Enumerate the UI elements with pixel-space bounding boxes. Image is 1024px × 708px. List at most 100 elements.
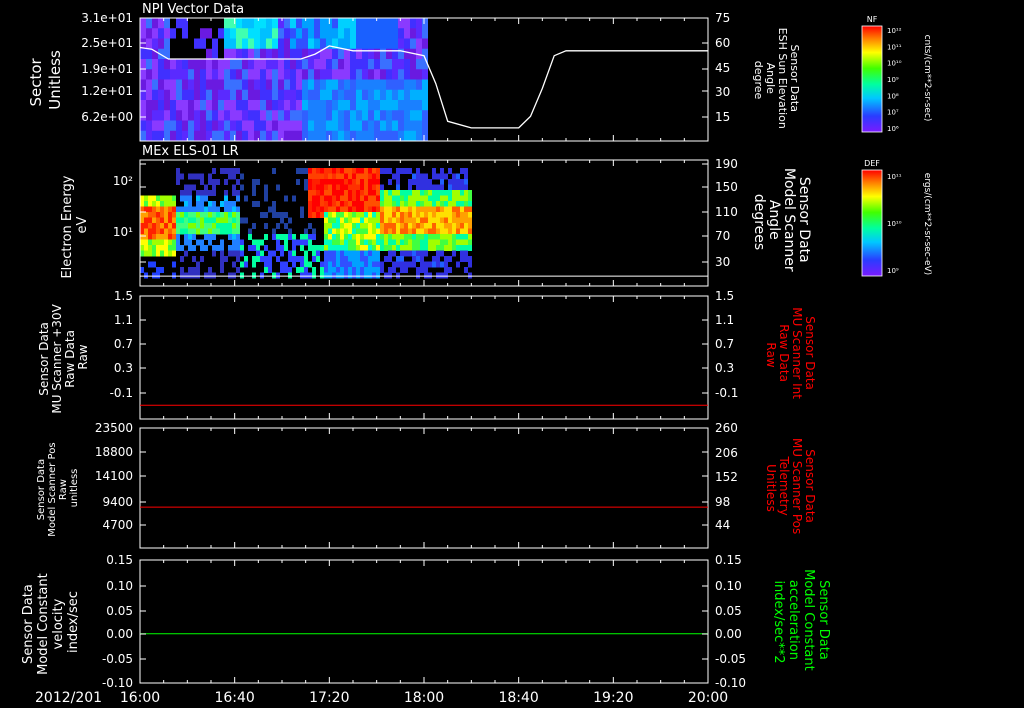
- heatmap-cell: [218, 79, 224, 91]
- heatmap-cell: [252, 239, 256, 246]
- heatmap-cell: [360, 212, 364, 218]
- heatmap-cell: [232, 239, 236, 246]
- heatmap-cell: [172, 261, 176, 268]
- heatmap-cell: [460, 212, 464, 218]
- heatmap-cell: [216, 179, 220, 185]
- heatmap-cell: [188, 223, 192, 229]
- heatmap-cell: [176, 245, 180, 251]
- heatmap-cell: [312, 201, 316, 207]
- heatmap-cell: [230, 38, 236, 50]
- heatmap-cell: [374, 100, 380, 111]
- heatmap-cell: [456, 206, 460, 213]
- heatmap-cell: [242, 79, 248, 91]
- heatmap-cell: [362, 100, 368, 111]
- heatmap-cell: [356, 130, 362, 142]
- heatmap-cell: [296, 48, 302, 60]
- heatmap-cell: [212, 100, 218, 111]
- heatmap-cell: [188, 212, 192, 218]
- heatmap-cell: [184, 206, 188, 213]
- heatmap-cell: [156, 272, 160, 279]
- heatmap-cell: [328, 184, 332, 191]
- heatmap-cell: [184, 234, 188, 240]
- heatmap-cell: [420, 234, 424, 240]
- heatmap-cell: [328, 217, 332, 224]
- heatmap-cell: [296, 28, 302, 39]
- heatmap-cell: [296, 59, 302, 70]
- heatmap-cell: [324, 239, 328, 246]
- heatmap-cell: [236, 130, 242, 142]
- heatmap-cell: [338, 120, 344, 132]
- heatmap-cell: [308, 100, 314, 111]
- heatmap-cell: [380, 79, 386, 91]
- heatmap-cell: [416, 120, 422, 132]
- heatmap-cell: [164, 89, 170, 101]
- heatmap-cell: [404, 206, 408, 213]
- heatmap-cell: [344, 228, 348, 235]
- left-tick-labels: 23500188001410094004700: [95, 421, 133, 532]
- heatmap-cell: [332, 69, 338, 80]
- heatmap-cell: [448, 201, 452, 207]
- heatmap-cell: [424, 234, 428, 240]
- heatmap-cell: [320, 120, 326, 132]
- heatmap-cell: [314, 130, 320, 142]
- heatmap-cell: [360, 245, 364, 251]
- heatmap-cell: [304, 234, 308, 240]
- heatmap-cell: [388, 212, 392, 218]
- heatmap-cell: [152, 59, 158, 70]
- heatmap-cell: [264, 267, 268, 273]
- heatmap-cell: [164, 28, 170, 39]
- heatmap-cell: [440, 168, 444, 174]
- heatmap-cell: [184, 228, 188, 235]
- heatmap-cell: [256, 245, 260, 251]
- left-tick-label: 0.10: [106, 579, 133, 593]
- heatmap-cell: [312, 206, 316, 213]
- heatmap-cell: [352, 179, 356, 185]
- heatmap-cell: [340, 212, 344, 218]
- heatmap-cell: [164, 206, 168, 213]
- heatmap-cell: [440, 217, 444, 224]
- heatmap-cell: [152, 272, 156, 279]
- heatmap-cell: [232, 217, 236, 224]
- heatmap-cell: [156, 201, 160, 207]
- heatmap-cell: [440, 173, 444, 180]
- heatmap-cell: [348, 195, 352, 202]
- heatmap-cell: [206, 28, 212, 39]
- heatmap-cell: [230, 100, 236, 111]
- heatmap-cell: [332, 212, 336, 218]
- heatmap-cell: [180, 272, 184, 279]
- heatmap-cell: [364, 267, 368, 273]
- heatmap-cell: [236, 206, 240, 213]
- heatmap-cell: [420, 201, 424, 207]
- heatmap-cell: [182, 28, 188, 39]
- heatmap-cell: [336, 261, 340, 268]
- right-tick-label: 1.1: [715, 313, 734, 327]
- heatmap-cell: [350, 28, 356, 39]
- heatmap-cell: [340, 195, 344, 202]
- right-tick-label: 152: [715, 470, 738, 484]
- heatmap-cell: [324, 206, 328, 213]
- panel-title: MEx ELS-01 LR: [142, 144, 239, 159]
- heatmap-cell: [424, 217, 428, 224]
- heatmap-cell: [308, 79, 314, 91]
- heatmap-cell: [424, 206, 428, 213]
- heatmap-cell: [376, 168, 380, 174]
- heatmap-cell: [170, 28, 176, 39]
- heatmap-cell: [404, 48, 410, 60]
- heatmap-cell: [328, 223, 332, 229]
- heatmap-cell: [326, 79, 332, 91]
- heatmap-cell: [352, 267, 356, 273]
- heatmap-cell: [140, 130, 146, 142]
- heatmap-cell: [408, 228, 412, 235]
- heatmap-cell: [230, 59, 236, 70]
- heatmap-cell: [348, 223, 352, 229]
- heatmap-cell: [416, 110, 422, 121]
- heatmap-cell: [260, 79, 266, 91]
- heatmap-cell: [236, 195, 240, 202]
- heatmap-cell: [320, 100, 326, 111]
- heatmap-cell: [242, 38, 248, 50]
- heatmap-cell: [372, 223, 376, 229]
- heatmap-cell: [422, 120, 428, 132]
- heatmap-cell: [456, 212, 460, 218]
- heatmap-cell: [176, 18, 182, 29]
- heatmap-cell: [392, 212, 396, 218]
